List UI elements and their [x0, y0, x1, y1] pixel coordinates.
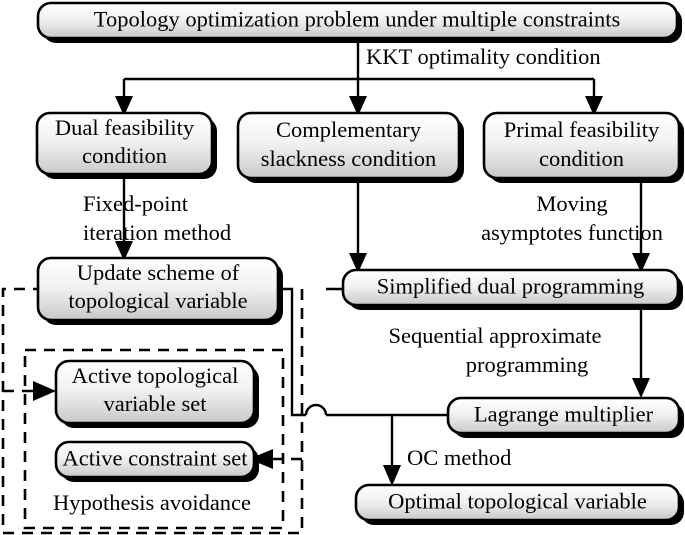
edge-label-moving-line1: Moving [536, 191, 607, 216]
node-active-constraint-set-label: Active constraint set [63, 446, 249, 471]
node-complementary-slackness-label-line1: Complementary [276, 117, 422, 142]
node-dual-feasibility[interactable]: Dual feasibility condition [35, 111, 217, 179]
node-active-topological-label-line2: variable set [103, 391, 207, 416]
node-update-scheme[interactable]: Update scheme of topological variable [36, 256, 283, 325]
group-label-hypothesis-avoidance: Hypothesis avoidance [53, 490, 251, 515]
arrowhead-active-topological [33, 381, 56, 401]
node-active-constraint-set[interactable]: Active constraint set [54, 440, 259, 482]
node-active-topological-variable-set[interactable]: Active topological variable set [54, 359, 259, 428]
node-update-scheme-label-line2: topological variable [68, 288, 247, 313]
arrowhead-optimal [383, 465, 401, 486]
arrowhead-lagrange [632, 378, 650, 398]
node-active-topological-label-line1: Active topological [72, 363, 239, 388]
edge-label-sequential-line2: programming [466, 352, 588, 377]
edge-label-fixed-point-line1: Fixed-point [83, 191, 189, 216]
flowchart-diagram: Topology optimization problem under mult… [0, 0, 685, 535]
edge-label-kkt: KKT optimality condition [366, 44, 601, 69]
node-dual-feasibility-label-line2: condition [82, 143, 167, 168]
node-simplified-dual-programming[interactable]: Simplified dual programming [341, 268, 683, 310]
edge-label-sequential-line1: Sequential approximate [388, 323, 601, 348]
node-topology-problem[interactable]: Topology optimization problem under mult… [36, 1, 682, 43]
node-complementary-slackness[interactable]: Complementary slackness condition [236, 111, 464, 183]
edge-label-moving-line2: asymptotes function [481, 220, 663, 245]
node-optimal-topological-variable-label: Optimal topological variable [388, 489, 647, 514]
node-primal-feasibility[interactable]: Primal feasibility condition [482, 111, 684, 183]
node-topology-problem-label: Topology optimization problem under mult… [94, 7, 620, 32]
node-primal-feasibility-label-line1: Primal feasibility [504, 117, 660, 142]
node-primal-feasibility-label-line2: condition [539, 146, 624, 171]
edge-lagrange-hop [304, 403, 328, 416]
node-dual-feasibility-label-line1: Dual feasibility [55, 115, 195, 140]
node-optimal-topological-variable[interactable]: Optimal topological variable [354, 483, 684, 525]
node-simplified-dual-programming-label: Simplified dual programming [377, 274, 644, 299]
edge-label-oc-method: OC method [407, 445, 511, 470]
node-lagrange-multiplier[interactable]: Lagrange multiplier [446, 396, 684, 438]
flowchart-canvas: Topology optimization problem under mult… [1, 1, 684, 535]
edge-label-fixed-point-line2: iteration method [83, 220, 231, 245]
node-complementary-slackness-label-line2: slackness condition [261, 146, 437, 171]
node-update-scheme-label-line1: Update scheme of [77, 260, 240, 285]
node-lagrange-multiplier-label: Lagrange multiplier [474, 402, 654, 427]
